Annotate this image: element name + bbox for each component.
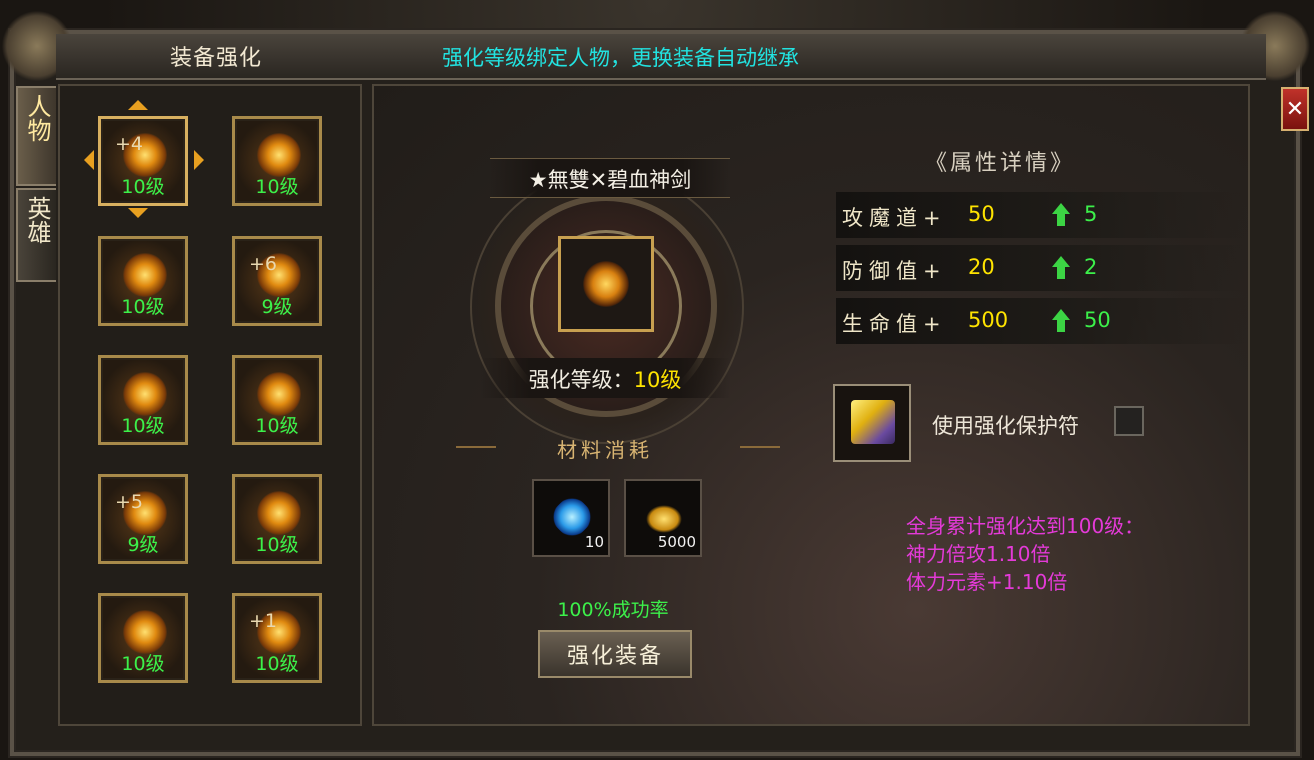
selected-item-slot[interactable] — [558, 236, 654, 332]
enhance-level-value: 10级 — [633, 368, 682, 392]
tab-character-label: 人物 — [23, 94, 51, 142]
divider-ornament-right — [740, 446, 780, 448]
enhance-level: 强化等级：10级 — [480, 364, 730, 394]
equipment-slot-weapon[interactable]: +4 10级 — [98, 116, 188, 206]
helmet-icon — [123, 253, 167, 297]
attribute-name: 生命值+ — [842, 312, 947, 336]
slot-plus: +6 — [249, 253, 278, 275]
bracelet-icon — [123, 372, 167, 416]
slot-level: 10级 — [121, 296, 165, 318]
equipment-slot-bracelet-right[interactable]: 10级 — [232, 355, 322, 445]
selection-arrow-down-icon — [128, 208, 148, 218]
sword-icon — [583, 261, 629, 307]
protection-scroll-slot[interactable] — [833, 384, 911, 462]
enhance-level-label: 强化等级： — [528, 368, 634, 392]
bonus-line-3: 体力元素+1.10倍 — [906, 570, 1068, 594]
attribute-value: 50 — [968, 202, 995, 226]
bonus-line-1: 全身累计强化达到100级： — [906, 514, 1145, 538]
selection-arrow-right-icon — [194, 150, 204, 170]
attribute-gain: 50 — [1084, 308, 1111, 332]
attributes-title: 《属性详情》 — [924, 151, 1075, 176]
slot-plus: +1 — [249, 610, 278, 632]
slot-level: 10级 — [255, 176, 299, 198]
slot-level: 10级 — [121, 176, 165, 198]
selection-arrow-left-icon — [84, 150, 94, 170]
close-button[interactable]: ✕ — [1281, 87, 1309, 131]
slot-level: 10级 — [121, 415, 165, 437]
equipment-slot-bracelet-left[interactable]: 10级 — [98, 355, 188, 445]
slot-level: 10级 — [255, 534, 299, 556]
attribute-value: 20 — [968, 255, 995, 279]
material-slot-crystal[interactable]: 10 — [532, 479, 610, 557]
equipment-slot-ring-right[interactable]: 10级 — [232, 474, 322, 564]
protection-checkbox[interactable] — [1114, 406, 1144, 436]
success-rate: 100%成功率 — [557, 599, 669, 621]
equipment-slot-boots[interactable]: +1 10级 — [232, 593, 322, 683]
equipment-slot-medal[interactable]: 10级 — [232, 116, 322, 206]
tab-hero-label: 英雄 — [23, 196, 51, 244]
belt-icon — [123, 610, 167, 654]
materials-title: 材料消耗 — [557, 438, 653, 462]
slot-plus: +5 — [115, 491, 144, 513]
divider-ornament-left — [456, 446, 496, 448]
attribute-name: 攻魔道+ — [842, 206, 947, 230]
material-slot-gold[interactable]: 5000 — [624, 479, 702, 557]
attribute-value: 500 — [968, 308, 1009, 332]
bonus-line-2: 神力倍攻1.10倍 — [906, 542, 1051, 566]
tab-hero[interactable]: 英雄 — [16, 188, 56, 282]
slot-level: 10级 — [255, 415, 299, 437]
green-up-arrow-icon — [1052, 309, 1070, 332]
material-qty: 10 — [584, 533, 604, 551]
attribute-gain: 2 — [1084, 255, 1098, 279]
green-up-arrow-icon — [1052, 256, 1070, 279]
scroll-icon — [851, 400, 895, 444]
inherit-notice: 强化等级绑定人物，更换装备自动继承 — [442, 46, 799, 70]
slot-level: 10级 — [121, 653, 165, 675]
protection-label: 使用强化保护符 — [932, 414, 1079, 438]
medal-icon — [257, 133, 301, 177]
attribute-name: 防御值+ — [842, 259, 947, 283]
slot-plus: +4 — [115, 133, 144, 155]
slot-level: 9级 — [127, 534, 159, 556]
equipment-slot-helmet[interactable]: 10级 — [98, 236, 188, 326]
material-qty: 5000 — [657, 533, 696, 551]
window-title: 装备强化 — [170, 46, 263, 71]
enhance-button[interactable]: 强化装备 — [538, 630, 692, 678]
slot-level: 10级 — [255, 653, 299, 675]
bracelet-icon — [257, 372, 301, 416]
equipment-slot-ring-left[interactable]: +5 9级 — [98, 474, 188, 564]
equipment-slot-belt[interactable]: 10级 — [98, 593, 188, 683]
gold-ingot-icon — [646, 505, 682, 533]
green-up-arrow-icon — [1052, 203, 1070, 226]
attribute-gain: 5 — [1084, 202, 1098, 226]
ring-icon — [257, 491, 301, 535]
equipment-slot-necklace[interactable]: +6 9级 — [232, 236, 322, 326]
slot-level: 9级 — [261, 296, 293, 318]
selection-arrow-up-icon — [128, 100, 148, 110]
tab-character[interactable]: 人物 — [16, 86, 56, 186]
selected-item-name: ★無雙✕碧血神剑 — [528, 168, 692, 192]
